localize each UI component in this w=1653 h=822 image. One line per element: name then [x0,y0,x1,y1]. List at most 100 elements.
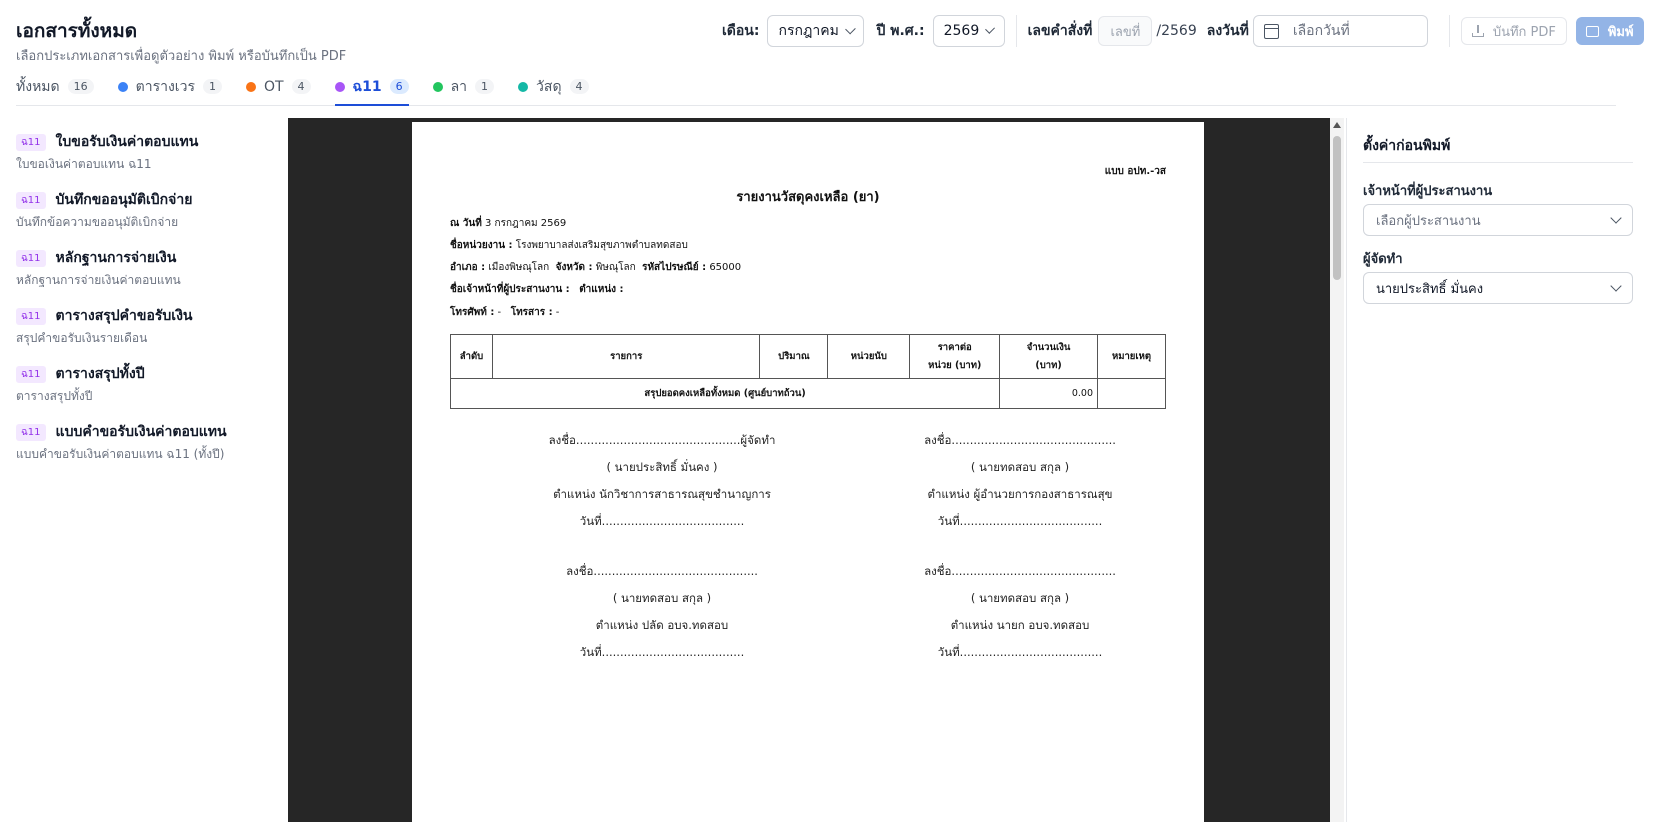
summary-value: 0.00 [999,378,1099,409]
order-year-suffix: /2569 [1156,23,1197,39]
page-title: เอกสารทั้งหมด [16,20,138,42]
fax-value: - [555,307,560,318]
preview-scrollbar[interactable] [1330,118,1344,822]
scroll-up-arrow-icon[interactable] [1333,122,1341,128]
coordinator-select[interactable]: เลือกผู้ประสานงาน [1363,204,1633,236]
tab-count-badge: 16 [67,79,94,94]
list-item[interactable]: ฉ11 ตารางสรุปคำขอรับเงิน สรุปคำขอรับเงินร… [16,306,276,364]
document-list: ฉ11 ใบขอรับเงินค่าตอบแทน ใบขอเงินค่าตอบแท… [16,132,276,480]
order-label: เลขคำสั่งที่ [1027,23,1093,39]
purple-dot-icon [334,81,345,92]
coordinator-label: เจ้าหน้าที่ผู้ประสานงาน [1363,184,1493,199]
list-item[interactable]: ฉ11 หลักฐานการจ่ายเงิน หลักฐานการจ่ายเงิน… [16,248,276,306]
printer-icon [1585,25,1599,37]
signature-block: ลงชื่อ..................................… [860,427,1180,535]
signer-position: ตำแหน่ง ปลัด อบจ.ทดสอบ [595,618,729,632]
col-no: ลำดับ [450,334,493,379]
position-label: ตำแหน่ง : [579,284,624,295]
tab-count-badge: 6 [389,79,409,94]
document-subtitle: แบบคำขอรับเงินค่าตอบแทน ฉ11 (ทั้งปี) [16,447,225,461]
preparer-value: นายประสิทธิ์ มั่นคง [1376,281,1484,297]
preparer-label: ผู้จัดทำ [1363,252,1403,267]
document-title: บันทึกขออนุมัติเบิกจ่าย [55,192,193,208]
tab-ch11[interactable]: ฉ11 6 [334,72,409,106]
col-amount: จำนวนเงิน (บาท) [999,334,1099,379]
signature-line: ลงชื่อ..................................… [566,564,758,578]
tab-all[interactable]: ทั้งหมด 16 [16,72,94,105]
fax-label: โทรสาร : [510,307,553,318]
report-officer-line: ชื่อเจ้าหน้าที่ผู้ประสานงาน : ตำแหน่ง : [450,282,624,297]
month-value: กรกฎาคม [778,23,839,39]
print-settings-panel: ตั้งค่าก่อนพิมพ์ เจ้าหน้าที่ผู้ประสานงาน… [1346,118,1653,822]
toolbar: เดือน: กรกฎาคม ปี พ.ศ.: 2569 เลขคำสั่งที… [722,15,1644,47]
date-placeholder: เลือกวันที่ [1292,23,1350,39]
signer-position: ตำแหน่ง ผู้อำนวยการกองสาธารณสุข [927,487,1113,501]
list-item[interactable]: ฉ11 แบบคำขอรับเงินค่าตอบแทน แบบคำขอรับเงิ… [16,422,276,480]
month-select[interactable]: กรกฎาคม [767,15,865,47]
col-price: ราคาต่อ หน่วย (บาท) [909,334,1001,379]
category-badge: ฉ11 [16,133,46,151]
chevron-down-icon [1610,212,1622,224]
signature-date: วันที่..................................… [579,514,745,528]
signer-position: ตำแหน่ง นักวิชาการสาธารณสุขชำนาญการ [553,487,771,501]
page-subtitle: เลือกประเภทเอกสารเพื่อดูตัวอย่าง พิมพ์ ห… [16,49,347,64]
signature-line: ลงชื่อ..................................… [548,433,776,447]
preparer-select[interactable]: นายประสิทธิ์ มั่นคง [1363,272,1633,304]
list-item[interactable]: ฉ11 ตารางสรุปทั้งปี ตารางสรุปทั้งปี [16,364,276,422]
list-item[interactable]: ฉ11 ใบขอรับเงินค่าตอบแทน ใบขอเงินค่าตอบแท… [16,132,276,190]
document-subtitle: หลักฐานการจ่ายเงินค่าตอบแทน [16,273,181,287]
tab-supplies[interactable]: วัสดุ 4 [518,72,589,105]
col-unit: หน่วยนับ [827,334,911,379]
tab-schedule[interactable]: ตารางเวร 1 [117,72,222,105]
tab-label: ทั้งหมด [16,78,60,95]
signature-block: ลงชื่อ..................................… [502,427,822,535]
signer-name: ( นายประสิทธิ์ มั่นคง ) [606,460,718,474]
signature-date: วันที่..................................… [579,645,745,659]
inventory-table: ลำดับ รายการ ปริมาณ หน่วยนับ ราคาต่อ หน่ว… [449,334,1166,409]
tab-ot[interactable]: OT 4 [245,72,311,105]
document-title: ตารางสรุปทั้งปี [55,366,145,382]
signer-position: ตำแหน่ง นายก อบจ.ทดสอบ [950,618,1090,632]
document-preview: แบบ อปท.-วส รายงานวัสดุคงเหลือ (ยา) ณ วั… [288,118,1330,822]
year-select[interactable]: 2569 [932,15,1005,47]
date-picker[interactable]: เลือกวันที่ [1252,15,1428,47]
tab-leave[interactable]: ลา 1 [432,72,495,105]
phone-label: โทรศัพท์ : [450,307,495,318]
document-title: ตารางสรุปคำขอรับเงิน [55,308,193,324]
report-unit-line: ชื่อหน่วยงาน : โรงพยาบาลส่งเสริมสุขภาพตำ… [450,238,688,253]
postcode-value: 65000 [709,262,742,273]
date-value: 3 กรกฎาคม 2569 [485,218,567,229]
divider [1448,15,1450,47]
year-label: ปี พ.ศ.: [876,23,925,39]
unit-value: โรงพยาบาลส่งเสริมสุขภาพตำบลทดสอบ [515,240,688,251]
report-page: แบบ อปท.-วส รายงานวัสดุคงเหลือ (ยา) ณ วั… [412,122,1204,822]
signer-name: ( นายทดสอบ สกุล ) [970,460,1070,474]
order-number-input[interactable]: เลขที่ [1098,16,1153,46]
scrollbar-thumb[interactable] [1333,136,1341,280]
print-button[interactable]: พิมพ์ [1575,17,1644,45]
unit-label: ชื่อหน่วยงาน : [450,240,513,251]
report-date-line: ณ วันที่ 3 กรกฎาคม 2569 [450,216,566,231]
phone-value: - [497,307,502,318]
document-title: ใบขอรับเงินค่าตอบแทน [55,134,199,150]
chevron-down-icon [1610,280,1622,292]
document-title: แบบคำขอรับเงินค่าตอบแทน [55,424,227,440]
list-item[interactable]: ฉ11 บันทึกขออนุมัติเบิกจ่าย บันทึกข้อความ… [16,190,276,248]
report-location-line: อำเภอ : เมืองพิษณุโลก จังหวัด : พิษณุโลก… [450,260,741,275]
signature-line: ลงชื่อ..................................… [924,433,1116,447]
document-title: หลักฐานการจ่ายเงิน [55,250,177,266]
tab-label: ตารางเวร [135,78,195,95]
signer-name: ( นายทดสอบ สกุล ) [970,591,1070,605]
signature-block: ลงชื่อ..................................… [860,558,1180,666]
save-pdf-button[interactable]: บันทึก PDF [1460,17,1567,45]
category-badge: ฉ11 [16,365,46,383]
table-row: สรุปยอดคงเหลือทั้งหมด (ศูนย์บาทถ้วน) 0.0… [449,378,1166,409]
category-badge: ฉ11 [16,191,46,209]
category-badge: ฉ11 [16,307,46,325]
tab-label: วัสดุ [536,78,562,95]
date-label: ลงวันที่ [1206,23,1249,39]
tab-label: OT [263,78,284,95]
year-value: 2569 [943,23,980,39]
col-note: หมายเหตุ [1097,334,1166,379]
orange-dot-icon [245,81,256,92]
